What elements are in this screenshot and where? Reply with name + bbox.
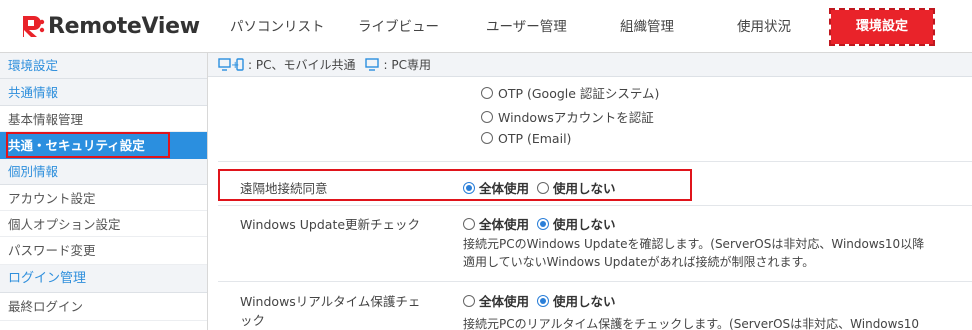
windows-update-desc-1: 接続元PCのWindows Updateを確認します。(ServerOSは非対応… <box>463 237 925 251</box>
realtime-protection-label-1: Windowsリアルタイム保護チェ <box>240 294 421 309</box>
windows-update-desc-2: 適用していないWindows Updateがあれば接続が制限されます。 <box>463 255 815 269</box>
windows-update-label: Windows Update更新チェック <box>240 217 421 232</box>
nav-user-management[interactable]: ユーザー管理 <box>486 0 567 53</box>
sidebar-highlight-box <box>6 132 170 158</box>
sidebar: 環境設定 共通情報 基本情報管理 共通・セキュリティ設定 個別情報 アカウント設… <box>0 53 208 330</box>
legend-pc-mobile-label: : PC、モバイル共通 <box>248 58 356 72</box>
windows-update-options: 全体使用 使用しない <box>463 214 616 233</box>
auth-option-label: OTP (Email) <box>498 131 572 146</box>
sidebar-title[interactable]: 環境設定 <box>0 53 207 79</box>
sidebar-item-password[interactable]: パスワード変更 <box>0 237 207 265</box>
remoteview-logo[interactable]: RemoteView <box>20 13 200 39</box>
radio-icon[interactable] <box>481 132 493 144</box>
auth-option-otp-email[interactable]: OTP (Email) <box>481 131 571 146</box>
radio-icon[interactable] <box>481 111 493 123</box>
option-label[interactable]: 使用しない <box>553 217 616 232</box>
realtime-protection-desc-1: 接続元PCのリアルタイム保護をチェックします。(ServerOSは非対応、Win… <box>463 317 919 330</box>
sidebar-item-basic-info[interactable]: 基本情報管理 <box>0 106 207 132</box>
realtime-protection-label-2: ック <box>240 313 266 328</box>
realtime-protection-no-radio[interactable] <box>537 295 550 307</box>
sidebar-item-account[interactable]: アカウント設定 <box>0 185 207 211</box>
auth-option-label: Windowsアカウントを認証 <box>498 110 654 125</box>
nav-organization[interactable]: 組織管理 <box>620 0 674 53</box>
sidebar-item-personal-option[interactable]: 個人オプション設定 <box>0 211 207 237</box>
legend-pc-only-label: : PC専用 <box>383 58 431 72</box>
divider <box>218 281 972 282</box>
nav-pc-list[interactable]: パソコンリスト <box>230 0 325 53</box>
nav-usage-status[interactable]: 使用状況 <box>737 0 791 53</box>
top-header: RemoteView パソコンリスト ライブビュー ユーザー管理 組織管理 使用… <box>0 0 972 53</box>
pc-icon <box>365 57 380 72</box>
option-label[interactable]: 使用しない <box>553 294 616 309</box>
sidebar-item-last-login[interactable]: 最終ログイン <box>0 293 207 321</box>
windows-update-use-radio[interactable] <box>463 218 475 230</box>
logo-text: RemoteView <box>48 13 200 39</box>
auth-option-windows-account[interactable]: Windowsアカウントを認証 <box>481 107 654 126</box>
option-label[interactable]: 全体使用 <box>479 294 529 309</box>
remote-consent-highlight-box <box>218 169 692 201</box>
nav-settings[interactable]: 環境設定 <box>831 10 933 44</box>
realtime-protection-use-radio[interactable] <box>463 295 475 307</box>
sidebar-section-login[interactable]: ログイン管理 <box>0 265 207 293</box>
auth-option-label: OTP (Google 認証システム) <box>498 86 660 101</box>
device-legend: + : PC、モバイル共通 : PC専用 <box>208 53 972 77</box>
realtime-protection-options: 全体使用 使用しない <box>463 291 616 310</box>
main-content: + : PC、モバイル共通 : PC専用 OTP (Google 認証システム)… <box>208 53 972 330</box>
auth-option-otp-google[interactable]: OTP (Google 認証システム) <box>481 83 659 102</box>
radio-icon[interactable] <box>481 87 493 99</box>
sidebar-section-common[interactable]: 共通情報 <box>0 79 207 106</box>
pc-mobile-icon: + <box>218 57 244 72</box>
windows-update-no-radio[interactable] <box>537 218 550 230</box>
divider <box>218 161 972 162</box>
sidebar-section-individual[interactable]: 個別情報 <box>0 159 207 185</box>
nav-live-view[interactable]: ライブビュー <box>358 0 439 53</box>
divider <box>218 205 972 206</box>
logo-mark-icon <box>20 13 46 39</box>
option-label[interactable]: 全体使用 <box>479 217 529 232</box>
